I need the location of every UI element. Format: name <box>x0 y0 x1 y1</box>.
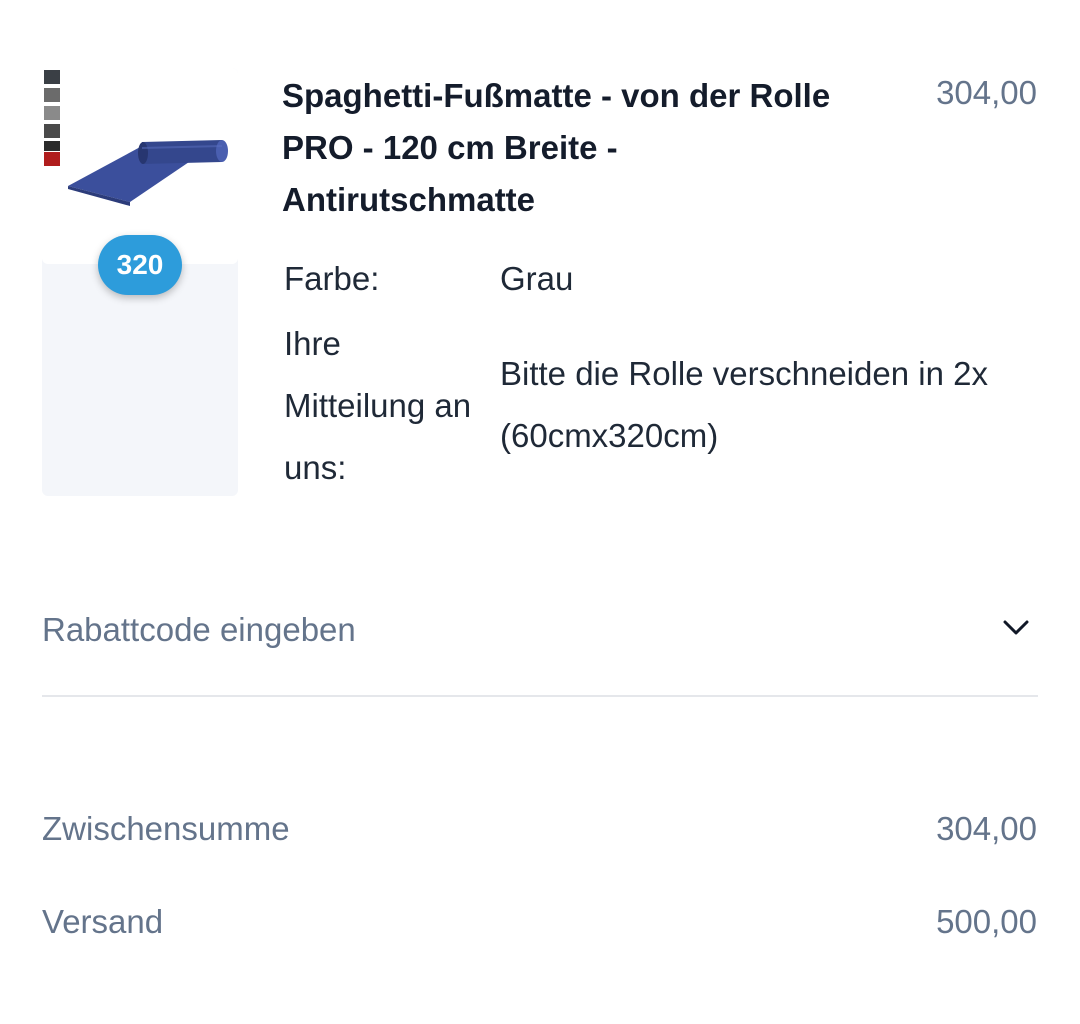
option-label-color: Farbe: <box>284 260 380 297</box>
quantity-badge: 320 <box>98 235 182 295</box>
discount-code-toggle[interactable]: Rabattcode eingeben <box>42 602 1038 658</box>
product-price: 304,00 <box>936 74 1037 111</box>
option-label-message: Ihre Mitteilung an uns: <box>284 325 472 486</box>
option-value-message: Bitte die Rolle verschneiden in 2x (60cm… <box>500 355 988 454</box>
option-value-color: Grau <box>500 260 574 297</box>
discount-code-label: Rabattcode eingeben <box>42 611 356 648</box>
shipping-label: Versand <box>42 903 164 940</box>
shipping-value: 500,00 <box>936 903 1037 940</box>
product-title[interactable]: Spaghetti-Fußmatte - von der Rolle PRO -… <box>282 70 842 226</box>
subtotal-label: Zwischensumme <box>42 810 290 847</box>
chevron-down-icon[interactable] <box>1002 618 1030 638</box>
subtotal-value: 304,00 <box>936 810 1037 847</box>
divider <box>42 695 1038 697</box>
